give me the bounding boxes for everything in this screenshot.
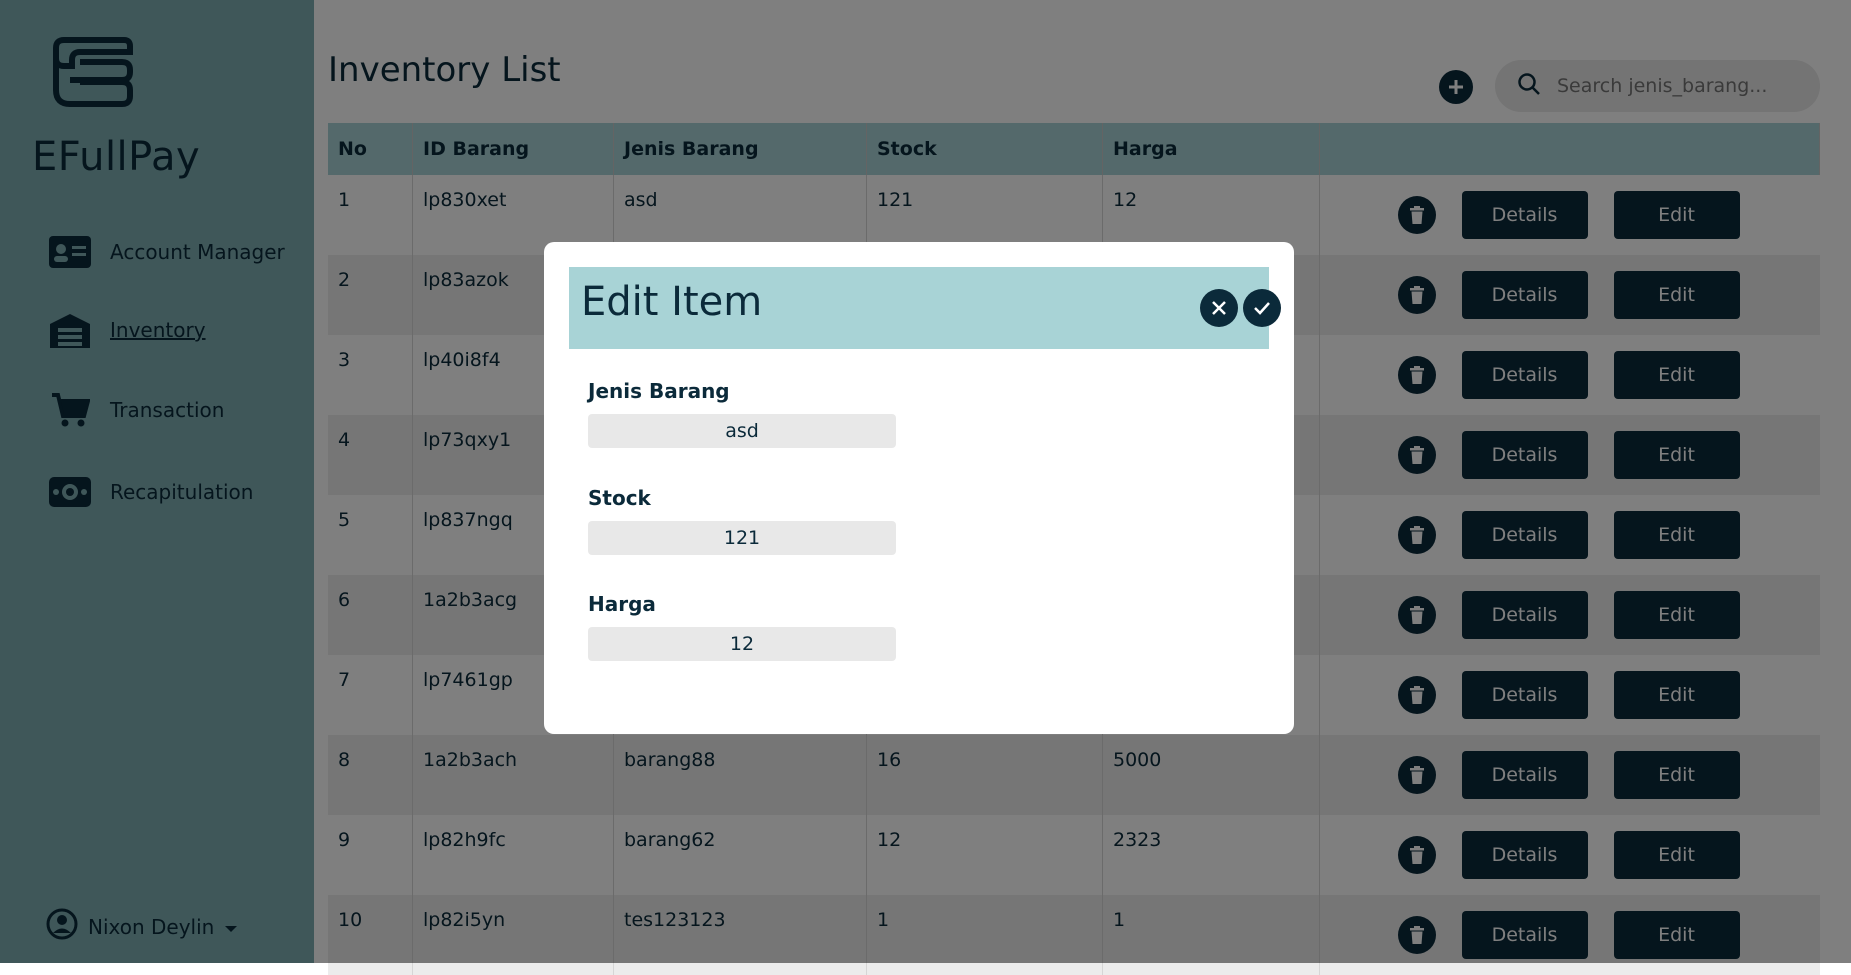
jenis-barang-label: Jenis Barang bbox=[588, 379, 730, 403]
edit-item-modal: Edit Item Jenis Barang Stock Harga bbox=[544, 242, 1294, 734]
close-icon bbox=[1212, 301, 1226, 315]
modal-header: Edit Item bbox=[569, 267, 1281, 349]
stock-input[interactable] bbox=[588, 521, 896, 555]
close-button[interactable] bbox=[1200, 289, 1238, 327]
stock-label: Stock bbox=[588, 486, 651, 510]
confirm-button[interactable] bbox=[1243, 289, 1281, 327]
jenis-barang-input[interactable] bbox=[588, 414, 896, 448]
modal-title: Edit Item bbox=[581, 279, 763, 325]
check-icon bbox=[1254, 302, 1270, 315]
harga-label: Harga bbox=[588, 592, 656, 616]
harga-input[interactable] bbox=[588, 627, 896, 661]
